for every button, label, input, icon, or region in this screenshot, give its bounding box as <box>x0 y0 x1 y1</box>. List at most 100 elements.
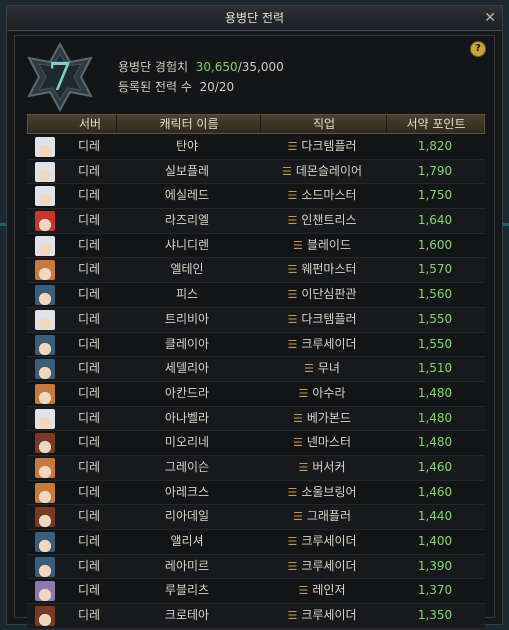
job-cell: ☰ 블레이드 <box>259 234 385 257</box>
close-icon[interactable]: ✕ <box>484 6 496 30</box>
mercenary-power-window: 용병단 전력 ✕ 7 ? 용병단 경험치 30,650/35,000 등록된 전… <box>6 5 503 629</box>
character-name-cell: 아레크스 <box>164 484 210 499</box>
header-character-name[interactable]: 캐릭터 이름 <box>116 115 261 133</box>
character-name-cell: 세델리아 <box>164 361 210 376</box>
table-row[interactable]: 디레 아나벨라 ☰ 베가본드 1,480 <box>27 406 485 432</box>
header-pledge-points[interactable]: 서약 포인트 <box>386 115 485 133</box>
pledge-points-cell: 1,480 <box>417 435 453 450</box>
header-server[interactable]: 서버 <box>64 115 116 133</box>
avatar-cell <box>27 209 63 232</box>
table-row[interactable]: 디레 에실레드 ☰ 소드마스터 1,750 <box>27 184 485 210</box>
job-label: 다크템플러 <box>301 139 357 153</box>
character-name-cell: 그레이슨 <box>164 459 210 474</box>
table-row[interactable]: 디레 실보플레 ☰ 데몬슬레이어 1,790 <box>27 159 485 185</box>
character-portrait-icon <box>35 309 55 330</box>
character-portrait-icon <box>35 161 55 182</box>
server-cell: 디레 <box>77 459 101 474</box>
table-row[interactable]: 디레 레아미르 ☰ 크루세이더 1,390 <box>27 554 485 580</box>
job-label: 무녀 <box>317 361 340 376</box>
table-row[interactable]: 디레 샤니디렌 ☰ 블레이드 1,600 <box>27 233 485 259</box>
table-row[interactable]: 디레 피스 ☰ 이단심판관 1,560 <box>27 283 485 308</box>
server-cell: 디레 <box>77 311 101 326</box>
window-titlebar: 용병단 전력 ✕ <box>7 6 502 31</box>
content-panel: 7 ? 용병단 경험치 30,650/35,000 등록된 전력 수 20/20… <box>14 35 495 629</box>
character-portrait-icon <box>35 137 55 157</box>
job-cell: ☰ 크루세이더 <box>259 555 385 578</box>
job-label: 크루세이더 <box>301 534 357 548</box>
character-portrait-icon <box>35 383 55 404</box>
table-row[interactable]: 디레 앨리셔 ☰ 크루세이더 1,400 <box>27 530 485 555</box>
table-row[interactable]: 디레 루블리츠 ☰ 레인저 1,370 <box>27 579 485 605</box>
table-row[interactable]: 디레 클레이아 ☰ 크루세이더 1,550 <box>27 332 485 358</box>
character-name-cell: 탄야 <box>175 139 199 153</box>
character-name-cell: 크로테아 <box>164 608 210 623</box>
pledge-points-cell: 1,750 <box>417 188 453 203</box>
character-name-cell: 피스 <box>175 287 199 302</box>
pledge-points-cell: 1,600 <box>417 237 453 252</box>
pledge-points-cell: 1,350 <box>417 608 453 623</box>
job-label: 레인저 <box>312 583 346 598</box>
table-row[interactable]: 디레 그레이슨 ☰ 버서커 1,460 <box>27 455 485 481</box>
character-name-cell: 트리비아 <box>164 311 210 326</box>
job-class-icon: ☰ <box>292 510 303 524</box>
table-row[interactable]: 디레 라즈리엘 ☰ 인챈트리스 1,640 <box>27 209 485 234</box>
job-cell: ☰ 베가본드 <box>259 407 385 430</box>
table-row[interactable]: 디레 세델리아 ☰ 무녀 1,510 <box>27 357 485 382</box>
table-row[interactable]: 디레 트리비아 ☰ 다크템플러 1,550 <box>27 307 485 333</box>
job-label: 다크템플러 <box>301 311 357 326</box>
job-class-icon: ☰ <box>304 362 314 376</box>
header-job[interactable]: 직업 <box>260 115 387 133</box>
server-cell: 디레 <box>77 287 101 302</box>
avatar-cell <box>27 160 63 183</box>
character-portrait-icon <box>35 285 55 306</box>
avatar-cell <box>27 555 63 578</box>
avatar-cell <box>27 407 63 430</box>
character-name-cell: 레아미르 <box>164 558 210 573</box>
job-cell: ☰ 웨펀마스터 <box>259 258 385 281</box>
job-class-icon: ☰ <box>298 386 309 400</box>
avatar-cell <box>27 456 63 479</box>
character-portrait-icon <box>35 433 55 454</box>
pledge-points-cell: 1,390 <box>417 558 453 573</box>
pledge-points-cell: 1,400 <box>417 534 453 548</box>
table-row[interactable]: 디레 리아데일 ☰ 그래플러 1,440 <box>27 505 485 530</box>
registered-label: 등록된 전력 수 <box>118 80 192 94</box>
character-name-cell: 미오리네 <box>164 435 210 450</box>
avatar-cell <box>27 135 63 158</box>
table-row[interactable]: 디레 아칸드라 ☰ 아수라 1,480 <box>27 381 485 407</box>
table-row[interactable]: 디레 탄야 ☰ 다크템플러 1,820 <box>27 135 485 160</box>
character-list: 디레 탄야 ☰ 다크템플러 1,820 디레 실보플레 ☰ 데몬슬레이어 1,790 디레 에실레드 ☰… <box>27 135 485 629</box>
help-icon[interactable]: ? <box>470 41 486 57</box>
job-label: 그래플러 <box>306 509 352 524</box>
job-class-icon: ☰ <box>281 164 292 178</box>
character-name-cell: 아나벨라 <box>164 410 210 425</box>
character-portrait-icon <box>35 408 55 429</box>
character-portrait-icon <box>35 556 55 577</box>
exp-info: 용병단 경험치 30,650/35,000 <box>118 58 284 75</box>
character-name-cell: 앨리셔 <box>170 534 204 548</box>
job-class-icon: ☰ <box>292 238 303 252</box>
character-portrait-icon <box>35 606 55 627</box>
avatar-cell <box>27 431 63 454</box>
avatar-cell <box>27 283 63 306</box>
pledge-points-cell: 1,570 <box>417 262 453 277</box>
pledge-points-cell: 1,370 <box>417 583 453 598</box>
character-name-cell: 리아데일 <box>164 509 210 524</box>
character-portrait-icon <box>35 334 55 355</box>
table-header: 서버 캐릭터 이름 직업 서약 포인트 <box>27 114 485 134</box>
table-row[interactable]: 디레 엘테인 ☰ 웨펀마스터 1,570 <box>27 258 485 284</box>
pledge-points-cell: 1,480 <box>417 410 453 425</box>
job-cell: ☰ 데몬슬레이어 <box>259 160 385 183</box>
job-cell: ☰ 다크템플러 <box>259 308 385 331</box>
character-name-cell: 실보플레 <box>164 163 210 178</box>
job-class-icon: ☰ <box>287 288 298 302</box>
avatar-cell <box>27 579 63 602</box>
table-row[interactable]: 디레 아레크스 ☰ 소울브링어 1,460 <box>27 480 485 506</box>
table-row[interactable]: 디레 미오리네 ☰ 넨마스터 1,480 <box>27 431 485 456</box>
job-label: 소울브링어 <box>301 484 357 499</box>
job-class-icon: ☰ <box>298 584 309 598</box>
job-class-icon: ☰ <box>287 337 298 351</box>
table-row[interactable]: 디레 크로테아 ☰ 크루세이더 1,350 <box>27 604 485 629</box>
character-portrait-icon <box>35 507 55 528</box>
character-portrait-icon <box>35 359 55 380</box>
